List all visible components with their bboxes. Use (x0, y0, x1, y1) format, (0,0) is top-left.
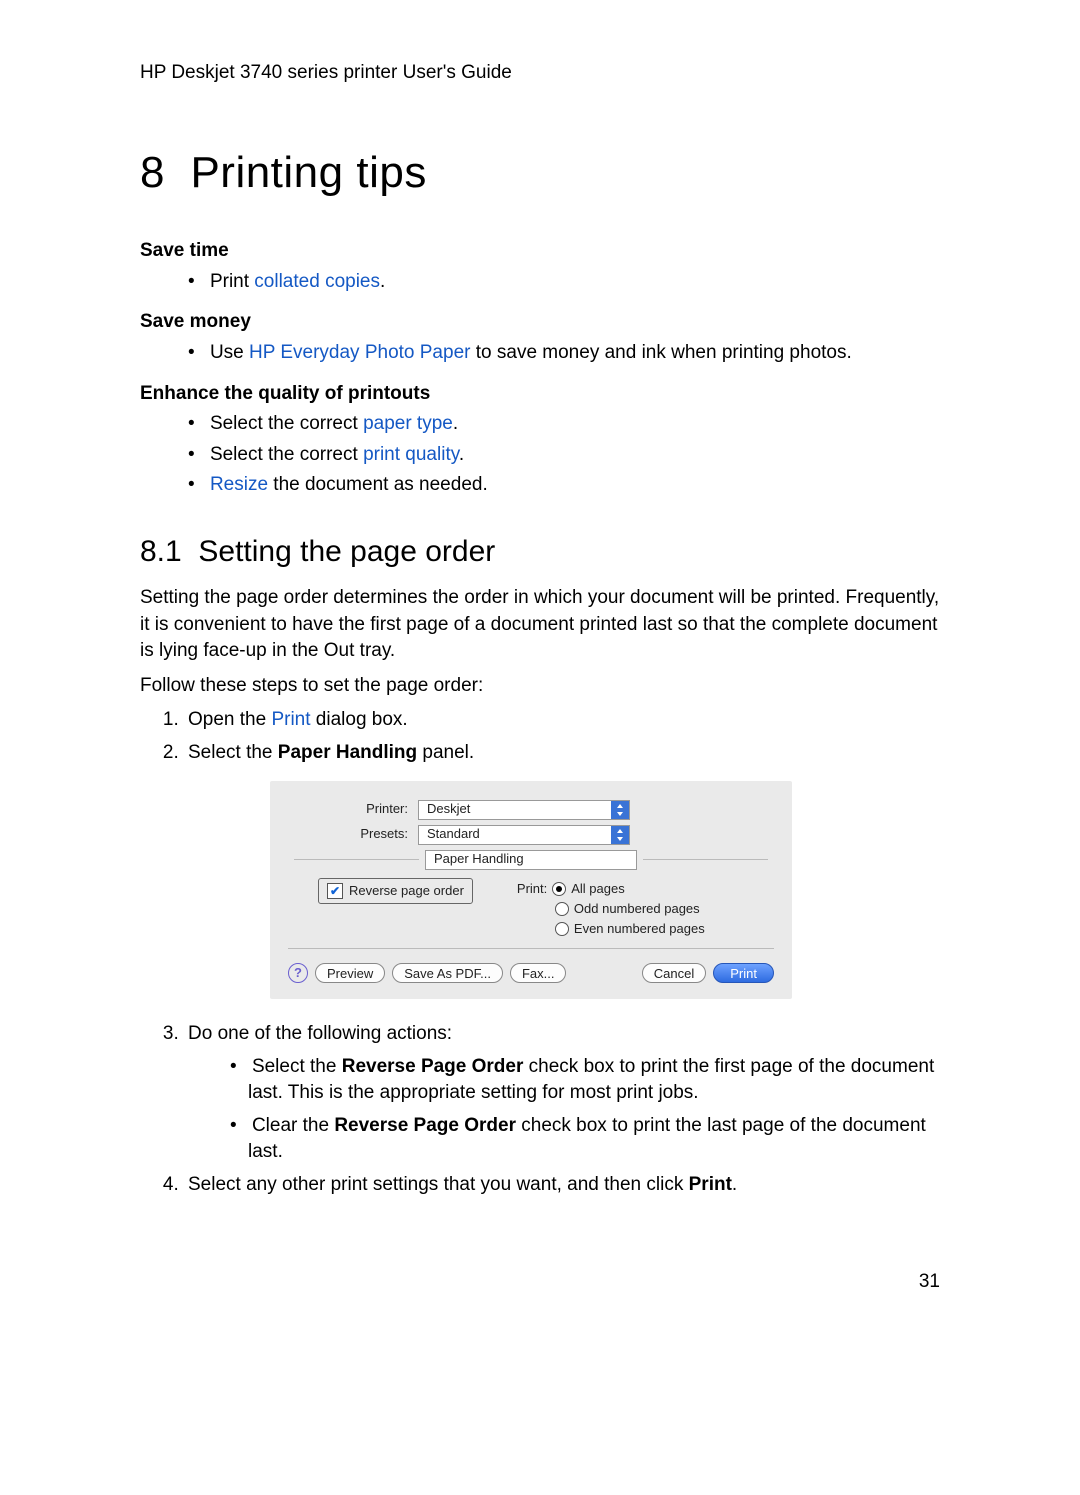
panel-dropdown[interactable]: Paper Handling (425, 850, 637, 870)
cancel-button[interactable]: Cancel (642, 963, 706, 983)
reverse-page-order-bold: Reverse Page Order (342, 1056, 524, 1077)
reverse-page-order-bold: Reverse Page Order (334, 1115, 516, 1136)
enhance-heading: Enhance the quality of printouts (140, 381, 940, 408)
save-time-heading: Save time (140, 238, 940, 265)
presets-value: Standard (427, 825, 480, 843)
text: Select any other print settings that you… (188, 1174, 689, 1195)
collated-copies-link[interactable]: collated copies (254, 271, 380, 292)
list-item: Use HP Everyday Photo Paper to save mone… (188, 340, 940, 367)
checkmark-icon: ✔ (327, 883, 343, 899)
list-item: Print collated copies. (188, 269, 940, 296)
help-icon[interactable]: ? (288, 963, 308, 983)
text: Select the correct (210, 413, 363, 434)
opt-odd-label: Odd numbered pages (574, 900, 700, 918)
chevron-updown-icon (611, 801, 629, 819)
chapter-number: 8 (140, 148, 165, 197)
radio-odd-pages[interactable] (555, 902, 569, 916)
paper-handling-bold: Paper Handling (278, 742, 417, 763)
text: . (732, 1174, 737, 1195)
text: the document as needed. (268, 474, 488, 495)
text: Print (210, 271, 254, 292)
text: to save money and ink when printing phot… (470, 342, 851, 363)
text: . (453, 413, 458, 434)
fax-button[interactable]: Fax... (510, 963, 567, 983)
text: Select the correct (210, 444, 363, 465)
presets-dropdown[interactable]: Standard (418, 825, 630, 845)
resize-link[interactable]: Resize (210, 474, 268, 495)
chapter-name: Printing tips (190, 148, 426, 197)
radio-even-pages[interactable] (555, 922, 569, 936)
list-item: Select the correct paper type. (188, 411, 940, 438)
chevron-updown-icon (628, 854, 636, 866)
divider (643, 859, 768, 860)
follow-paragraph: Follow these steps to set the page order… (140, 673, 940, 700)
text: dialog box. (311, 709, 408, 730)
list-item: Clear the Reverse Page Order check box t… (230, 1113, 940, 1166)
text: panel. (417, 742, 474, 763)
print-quality-link[interactable]: print quality (363, 444, 459, 465)
reverse-page-order-checkbox[interactable]: ✔ Reverse page order (318, 878, 473, 904)
text: Open the (188, 709, 271, 730)
printer-dropdown[interactable]: Deskjet (418, 800, 630, 820)
section-name: Setting the page order (198, 535, 495, 568)
divider (294, 859, 419, 860)
intro-paragraph: Setting the page order determines the or… (140, 585, 940, 665)
doc-header: HP Deskjet 3740 series printer User's Gu… (140, 60, 940, 87)
printer-label: Printer: (288, 800, 418, 818)
chevron-updown-icon (611, 826, 629, 844)
text: . (459, 444, 464, 465)
opt-all-label: All pages (571, 880, 624, 898)
step-3: Do one of the following actions: Select … (184, 1021, 940, 1166)
text: Select the (188, 742, 278, 763)
list-item: Resize the document as needed. (188, 472, 940, 499)
preview-button[interactable]: Preview (315, 963, 385, 983)
divider (288, 948, 774, 949)
chapter-title: 8 Printing tips (140, 142, 940, 204)
printer-value: Deskjet (427, 800, 470, 818)
text: Select the (252, 1056, 342, 1077)
print-button[interactable]: Print (713, 963, 774, 983)
page-number: 31 (140, 1269, 940, 1296)
paper-type-link[interactable]: paper type (363, 413, 453, 434)
text: Use (210, 342, 249, 363)
step-3-lead: Do one of the following actions: (188, 1023, 452, 1044)
print-options: Print: All pages Odd numbered pages Even… (517, 878, 705, 941)
section-title: 8.1 Setting the page order (140, 531, 940, 573)
print-dialog: Printer: Deskjet Presets: Standard (270, 781, 792, 1000)
opt-even-label: Even numbered pages (574, 920, 705, 938)
step-2: Select the Paper Handling panel. Printer… (184, 740, 940, 999)
radio-all-pages[interactable] (552, 882, 566, 896)
text: Clear the (252, 1115, 334, 1136)
save-money-heading: Save money (140, 309, 940, 336)
list-item: Select the correct print quality. (188, 442, 940, 469)
save-pdf-button[interactable]: Save As PDF... (392, 963, 503, 983)
reverse-label: Reverse page order (349, 882, 464, 900)
print-opts-label: Print: (517, 880, 547, 898)
text: . (380, 271, 385, 292)
step-1: Open the Print dialog box. (184, 707, 940, 734)
print-bold: Print (689, 1174, 732, 1195)
section-number: 8.1 (140, 535, 182, 568)
step-4: Select any other print settings that you… (184, 1172, 940, 1199)
presets-label: Presets: (288, 825, 418, 843)
photo-paper-link[interactable]: HP Everyday Photo Paper (249, 342, 470, 363)
panel-value: Paper Handling (434, 850, 524, 868)
print-link[interactable]: Print (271, 709, 310, 730)
list-item: Select the Reverse Page Order check box … (230, 1054, 940, 1107)
